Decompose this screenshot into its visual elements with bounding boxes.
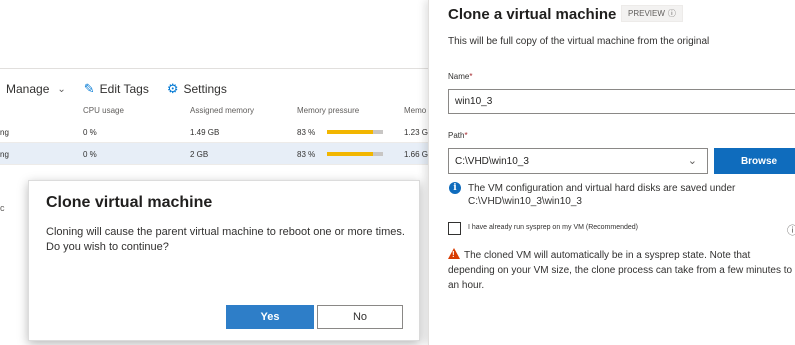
- vm-state-cell: ng: [0, 128, 9, 137]
- preview-badge-label: PREVIEW: [628, 9, 665, 18]
- column-header-assigned-memory[interactable]: Assigned memory: [190, 106, 254, 115]
- clone-confirm-dialog: Clone virtual machine Cloning will cause…: [28, 180, 420, 341]
- manage-menu-button[interactable]: Manage ⌄: [6, 82, 66, 96]
- name-input[interactable]: [448, 89, 795, 114]
- column-header-cpu[interactable]: CPU usage: [83, 106, 124, 115]
- path-field-label: Path*: [448, 131, 468, 140]
- chevron-down-icon: ⌄: [57, 83, 66, 95]
- memory-pressure-fill: [327, 152, 374, 156]
- dialog-message: Cloning will cause the parent virtual ma…: [46, 225, 410, 255]
- save-location-info: The VM configuration and virtual hard di…: [468, 182, 735, 208]
- dialog-message-line-1: Cloning will cause the parent virtual ma…: [46, 226, 405, 238]
- memory-demand-cell: 1.23 G: [404, 128, 428, 137]
- sysprep-checkbox[interactable]: [448, 222, 461, 235]
- edit-tags-icon: ✎: [83, 81, 95, 96]
- dialog-message-line-2: Do you wish to continue?: [46, 241, 169, 253]
- pane-title: Clone a virtual machine: [448, 6, 617, 23]
- settings-label: Settings: [183, 82, 227, 96]
- sysprep-checkbox-label[interactable]: I have already run sysprep on my VM (Rec…: [468, 224, 638, 231]
- settings-button[interactable]: ⚙ Settings: [167, 81, 227, 97]
- clone-vm-pane: Clone a virtual machine PREVIEW ⓘ This w…: [428, 0, 795, 345]
- truncated-row-text: c: [0, 203, 5, 213]
- assigned-memory-cell: 1.49 GB: [190, 128, 220, 137]
- header-divider: [0, 68, 428, 69]
- path-label-text: Path: [448, 131, 465, 140]
- no-button[interactable]: No: [317, 305, 403, 329]
- cpu-cell: 0 %: [83, 128, 97, 137]
- dialog-title: Clone virtual machine: [46, 194, 213, 211]
- browse-button[interactable]: Browse: [714, 148, 795, 174]
- edit-tags-label: Edit Tags: [99, 82, 149, 96]
- info-line-2: C:\VHD\win10_3\win10_3: [468, 196, 582, 207]
- memory-demand-cell: 1.66 G: [404, 150, 428, 159]
- sysprep-warning-text: The cloned VM will automatically be in a…: [448, 250, 793, 291]
- info-line-1: The VM configuration and virtual hard di…: [468, 183, 736, 194]
- path-dropdown-value: C:\VHD\win10_3: [455, 156, 529, 167]
- assigned-memory-cell: 2 GB: [190, 150, 209, 159]
- pane-description: This will be full copy of the virtual ma…: [448, 36, 710, 47]
- vm-table-row[interactable]: ng 0 % 2 GB 83 % 1.66 G: [0, 143, 428, 165]
- info-icon: i: [449, 182, 461, 194]
- yes-button[interactable]: Yes: [226, 305, 314, 329]
- edit-tags-button[interactable]: ✎ Edit Tags: [84, 81, 149, 97]
- preview-badge[interactable]: PREVIEW ⓘ: [621, 5, 683, 22]
- memory-pressure-bar: [327, 152, 383, 156]
- required-marker: *: [469, 72, 473, 81]
- name-field-label: Name*: [448, 72, 472, 81]
- name-label-text: Name: [448, 72, 470, 81]
- chevron-down-icon: ⌄: [687, 155, 697, 167]
- settings-gear-icon: ⚙: [166, 81, 179, 96]
- memory-pressure-cell: 83 %: [297, 128, 316, 137]
- path-dropdown[interactable]: C:\VHD\win10_3 ⌄: [448, 148, 708, 174]
- info-icon[interactable]: ⓘ: [787, 222, 795, 238]
- cpu-cell: 0 %: [83, 150, 97, 159]
- vm-state-cell: ng: [0, 150, 9, 159]
- vm-toolbar: Manage ⌄ ✎ Edit Tags ⚙ Settings: [0, 80, 245, 98]
- info-icon: ⓘ: [667, 9, 676, 18]
- required-marker: *: [464, 131, 468, 140]
- memory-pressure-cell: 83 %: [297, 150, 316, 159]
- memory-pressure-fill: [327, 130, 374, 134]
- memory-pressure-bar: [327, 130, 383, 134]
- column-header-memory-demand[interactable]: Memo: [404, 106, 426, 115]
- vm-table-row[interactable]: ng 0 % 1.49 GB 83 % 1.23 G: [0, 121, 428, 143]
- column-header-memory-pressure[interactable]: Memory pressure: [297, 106, 359, 115]
- manage-label: Manage: [6, 82, 50, 96]
